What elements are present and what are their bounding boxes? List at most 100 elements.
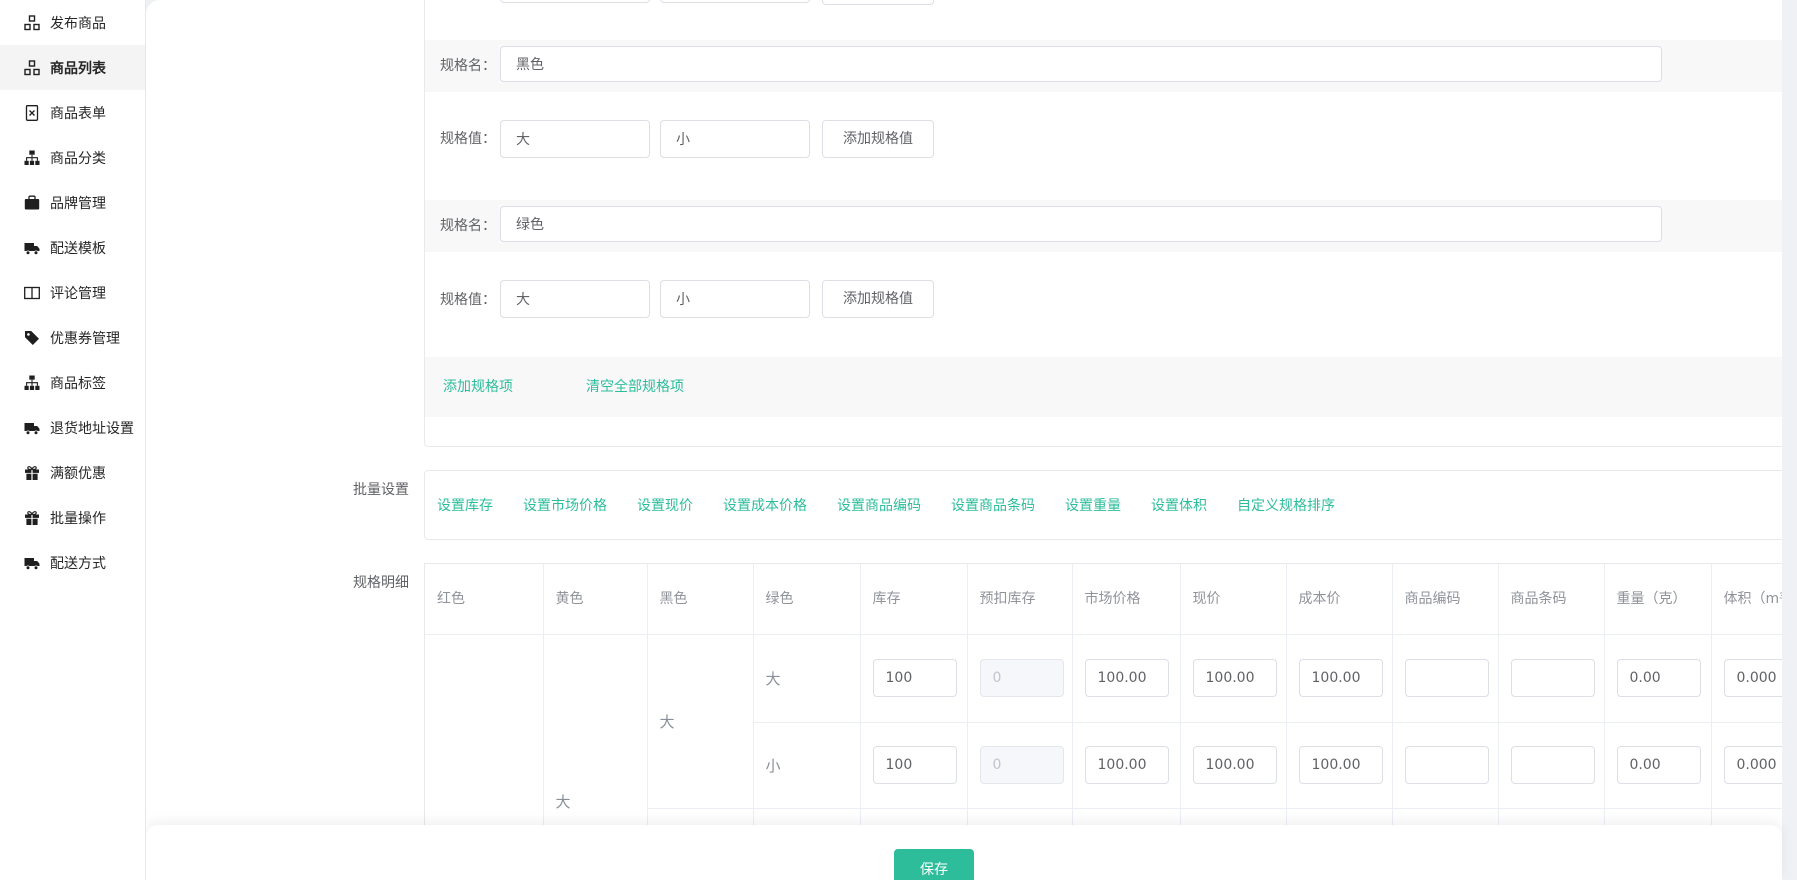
spec-detail-label: 规格明细: [353, 572, 409, 592]
sidebar-item-shipping-method[interactable]: 配送方式: [0, 540, 145, 585]
barcode-input[interactable]: [1511, 746, 1595, 784]
weight-input[interactable]: [1617, 746, 1701, 784]
scrollbar-track[interactable]: [1782, 0, 1797, 880]
sidebar-item-brand-management[interactable]: 品牌管理: [0, 180, 145, 225]
col-black: 黑色: [647, 564, 753, 634]
batch-set-cost-price-link[interactable]: 设置成本价格: [723, 495, 807, 515]
sitemap-icon: [24, 375, 40, 391]
cost-price-input[interactable]: [1299, 746, 1383, 784]
sidebar-item-label: 商品分类: [50, 148, 106, 168]
sidebar-item-batch-operations[interactable]: 批量操作: [0, 495, 145, 540]
gift-icon: [24, 465, 40, 481]
cost-price-input[interactable]: [1299, 659, 1383, 697]
sidebar-item-label: 配送模板: [50, 238, 106, 258]
truck-icon: [24, 240, 40, 256]
spec-name-label: 规格名：: [440, 56, 496, 76]
columns-icon: [24, 285, 40, 301]
spec-value-input[interactable]: [500, 120, 650, 158]
sidebar-item-product-form[interactable]: 商品表单: [0, 90, 145, 135]
add-spec-value-button[interactable]: 添加规格值: [822, 120, 934, 158]
batch-set-volume-link[interactable]: 设置体积: [1151, 495, 1207, 515]
tag-icon: [24, 330, 40, 346]
add-spec-value-button[interactable]: 添加规格值: [822, 280, 934, 318]
col-barcode: 商品条码: [1498, 564, 1604, 634]
file-excel-icon: [24, 105, 40, 121]
sidebar-item-label: 商品标签: [50, 373, 106, 393]
clear-all-spec-link[interactable]: 清空全部规格项: [586, 376, 684, 396]
code-input[interactable]: [1405, 746, 1489, 784]
sku-row: 大 大 大: [425, 634, 1797, 722]
save-bar: 保存: [146, 825, 1782, 880]
batch-settings-row: 设置库存 设置市场价格 设置现价 设置成本价格 设置商品编码 设置商品条码 设置…: [424, 470, 1797, 540]
col-green: 绿色: [753, 564, 860, 634]
sidebar-item-label: 满额优惠: [50, 463, 106, 483]
batch-set-code-link[interactable]: 设置商品编码: [837, 495, 921, 515]
col-yellow: 黄色: [543, 564, 647, 634]
batch-set-price-link[interactable]: 设置现价: [637, 495, 693, 515]
spec-value-input[interactable]: [660, 280, 810, 318]
sidebar-item-publish-product[interactable]: 发布商品: [0, 0, 145, 45]
batch-set-barcode-link[interactable]: 设置商品条码: [951, 495, 1035, 515]
add-spec-value-button[interactable]: [822, 0, 934, 5]
market-price-input[interactable]: [1085, 746, 1169, 784]
batch-set-weight-link[interactable]: 设置重量: [1065, 495, 1121, 515]
sidebar-item-coupon-management[interactable]: 优惠券管理: [0, 315, 145, 360]
code-input[interactable]: [1405, 659, 1489, 697]
col-stock: 库存: [860, 564, 967, 634]
spec-value-input[interactable]: [500, 280, 650, 318]
sidebar-item-label: 优惠券管理: [50, 328, 120, 348]
add-spec-item-link[interactable]: 添加规格项: [443, 376, 513, 396]
custom-spec-sort-link[interactable]: 自定义规格排序: [1237, 495, 1335, 515]
green-spec-cell: 大: [753, 634, 860, 722]
market-price-input[interactable]: [1085, 659, 1169, 697]
cubes-icon: [24, 60, 40, 76]
spec-value-label: 规格值：: [440, 129, 496, 149]
gift-icon: [24, 510, 40, 526]
batch-settings-label: 批量设置: [353, 479, 409, 499]
main-content: 规格名： 规格值： 添加规格值 规格名： ✕ 规格值： 添加规格值 添加规格项 …: [146, 0, 1782, 880]
price-input[interactable]: [1193, 659, 1277, 697]
sidebar-item-product-category[interactable]: 商品分类: [0, 135, 145, 180]
stock-input[interactable]: [873, 659, 957, 697]
spec-value-input[interactable]: [660, 0, 810, 3]
stock-input[interactable]: [873, 746, 957, 784]
truck-icon: [24, 555, 40, 571]
spec-name-input[interactable]: [500, 46, 1662, 82]
sidebar-item-label: 配送方式: [50, 553, 106, 573]
sidebar-item-label: 退货地址设置: [50, 418, 134, 438]
col-red: 红色: [425, 564, 543, 634]
sidebar-item-review-management[interactable]: 评论管理: [0, 270, 145, 315]
batch-set-stock-link[interactable]: 设置库存: [437, 495, 493, 515]
spec-value-input[interactable]: [500, 0, 650, 3]
sidebar: 发布商品 商品列表 商品表单 商品分类 品牌管理 配送模板: [0, 0, 146, 880]
spec-name-input[interactable]: [500, 206, 1662, 242]
sidebar-item-product-tags[interactable]: 商品标签: [0, 360, 145, 405]
save-button[interactable]: 保存: [894, 849, 974, 880]
weight-input[interactable]: [1617, 659, 1701, 697]
batch-set-market-price-link[interactable]: 设置市场价格: [523, 495, 607, 515]
col-price: 现价: [1180, 564, 1286, 634]
col-code: 商品编码: [1392, 564, 1498, 634]
col-hold-stock: 预扣库存: [967, 564, 1072, 634]
sidebar-item-label: 批量操作: [50, 508, 106, 528]
green-spec-cell: 小: [753, 722, 860, 808]
col-market-price: 市场价格: [1072, 564, 1180, 634]
col-weight: 重量（克）: [1604, 564, 1711, 634]
spec-value-label: 规格值：: [440, 290, 496, 310]
sidebar-item-return-address-settings[interactable]: 退货地址设置: [0, 405, 145, 450]
sitemap-icon: [24, 150, 40, 166]
sidebar-item-shipping-template[interactable]: 配送模板: [0, 225, 145, 270]
cubes-icon: [24, 15, 40, 31]
sidebar-item-label: 商品表单: [50, 103, 106, 123]
price-input[interactable]: [1193, 746, 1277, 784]
sku-header-row: 红色 黄色 黑色 绿色 库存 预扣库存 市场价格 现价 成本价 商品编码 商品条…: [425, 564, 1797, 634]
hold-stock-input: [980, 659, 1064, 697]
col-cost-price: 成本价: [1286, 564, 1392, 634]
black-spec-cell: 大: [647, 634, 753, 808]
spec-value-input[interactable]: [660, 120, 810, 158]
truck-icon: [24, 420, 40, 436]
sidebar-item-full-amount-discount[interactable]: 满额优惠: [0, 450, 145, 495]
barcode-input[interactable]: [1511, 659, 1595, 697]
product-spec-page: 规格名： 规格值： 添加规格值 规格名： ✕ 规格值： 添加规格值 添加规格项 …: [0, 0, 1797, 880]
sidebar-item-product-list[interactable]: 商品列表: [0, 45, 145, 90]
